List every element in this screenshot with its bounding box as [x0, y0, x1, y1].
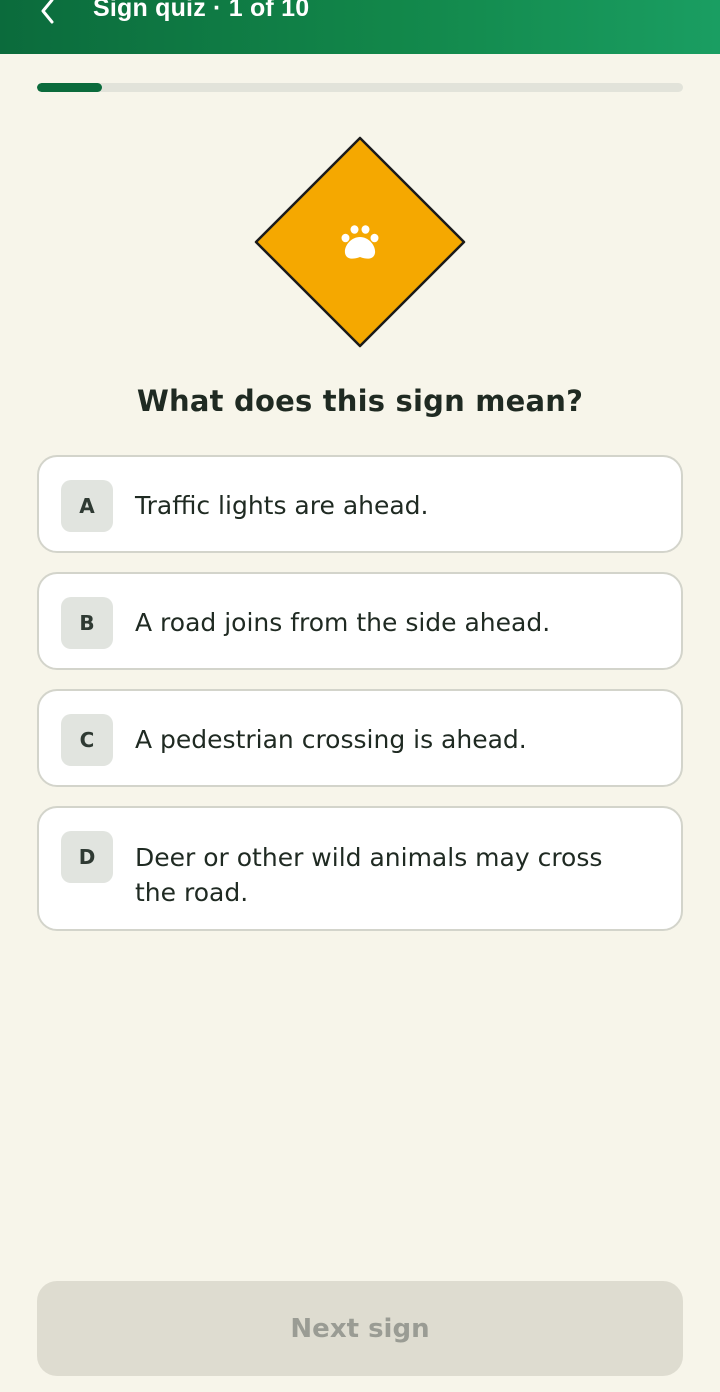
option-text: Traffic lights are ahead.	[135, 491, 429, 520]
answer-option-b[interactable]: B A road joins from the side ahead.	[37, 572, 683, 670]
quiz-screen: Sign quiz · 1 of 10 What does this sign …	[0, 0, 720, 1392]
option-text: Deer or other wild animals may cross the…	[135, 843, 603, 907]
next-sign-button[interactable]: Next sign	[37, 1281, 683, 1376]
answer-option-d[interactable]: D Deer or other wild animals may cross t…	[37, 806, 683, 931]
road-sign-graphic	[254, 136, 466, 348]
answer-option-a[interactable]: A Traffic lights are ahead.	[37, 455, 683, 553]
quiz-progress-bar	[37, 83, 683, 92]
option-letter-badge: D	[61, 831, 113, 883]
quiz-progress-fill	[37, 83, 102, 92]
option-text: A road joins from the side ahead.	[135, 608, 551, 637]
option-letter-badge: B	[61, 597, 113, 649]
answer-option-c[interactable]: C A pedestrian crossing is ahead.	[37, 689, 683, 787]
road-sign	[254, 136, 466, 348]
back-button[interactable]	[30, 0, 66, 26]
option-letter-badge: A	[61, 480, 113, 532]
option-letter-badge: C	[61, 714, 113, 766]
app-header: Sign quiz · 1 of 10	[0, 0, 720, 54]
option-text: A pedestrian crossing is ahead.	[135, 725, 527, 754]
page-title: Sign quiz · 1 of 10	[93, 0, 310, 22]
chevron-left-icon	[41, 0, 54, 24]
question-text: What does this sign mean?	[136, 384, 584, 418]
